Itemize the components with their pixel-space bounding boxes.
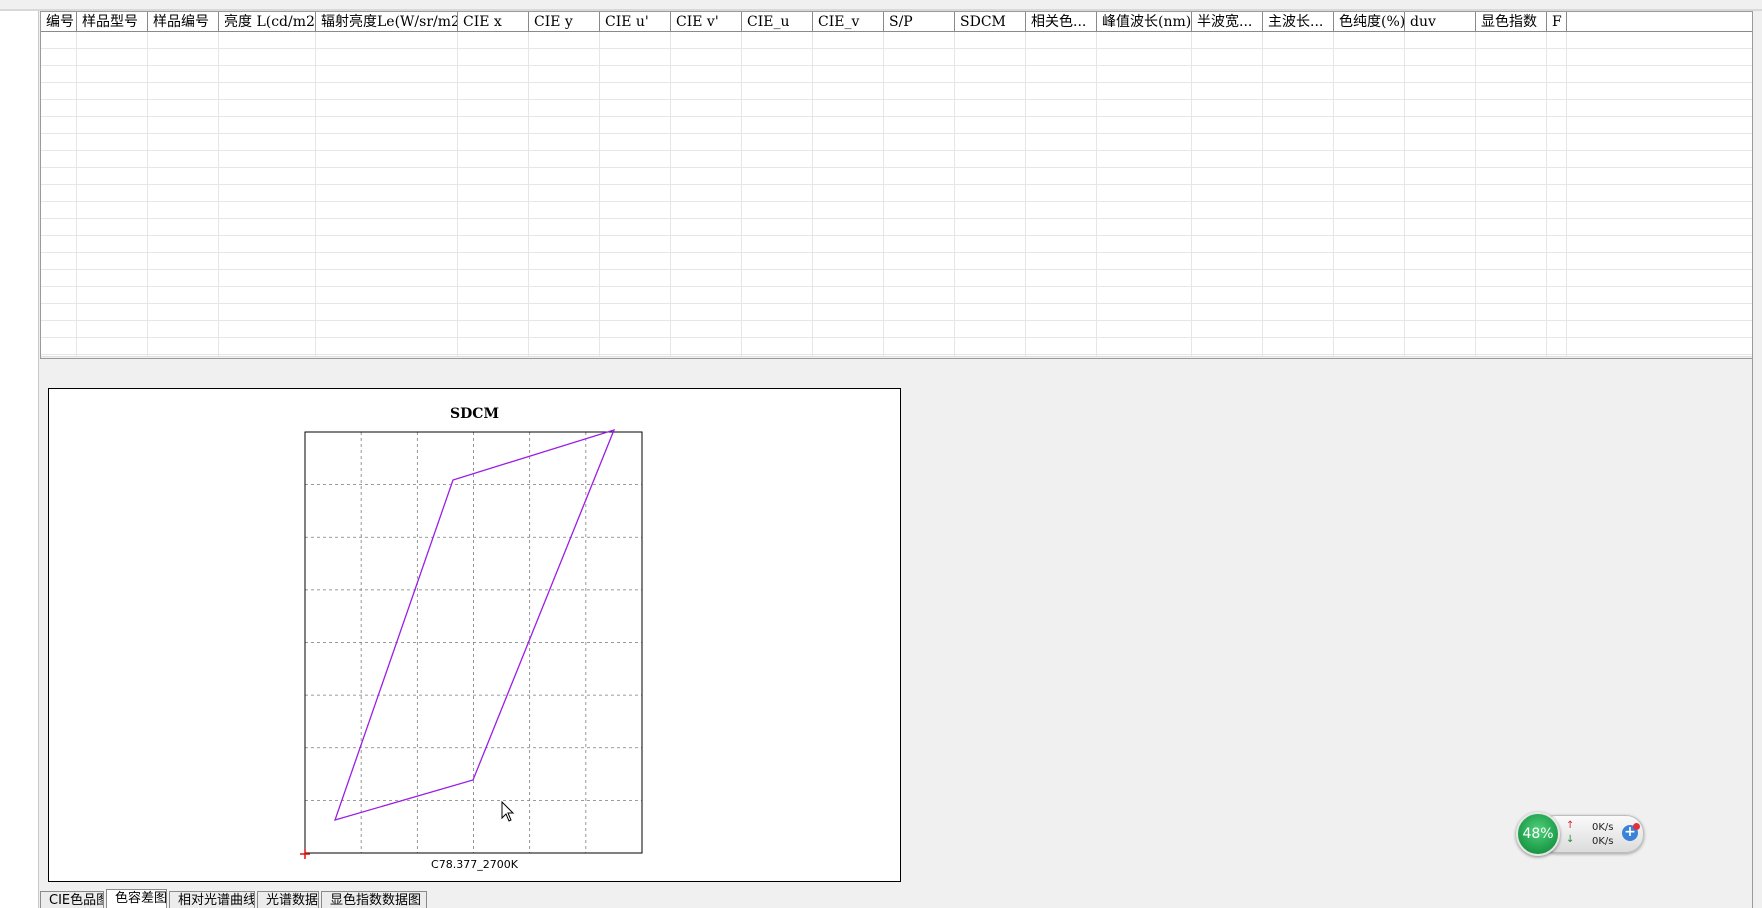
column-divider — [218, 32, 219, 358]
column-header-5[interactable]: CIE x — [458, 12, 529, 31]
tab-0[interactable]: CIE色品图 — [40, 891, 104, 908]
column-header-14[interactable]: 峰值波长(nm) — [1097, 12, 1192, 31]
column-header-3[interactable]: 亮度 L(cd/m2) — [219, 12, 316, 31]
usage-percent-circle[interactable]: 48% — [1516, 812, 1560, 856]
column-header-2[interactable]: 样品编号 — [148, 12, 219, 31]
column-header-4[interactable]: 辐射亮度Le(W/sr/m2) — [316, 12, 458, 31]
upload-speed: 0K/s — [1592, 822, 1614, 833]
tab-1[interactable]: 色容差图 — [106, 889, 167, 908]
column-divider — [1333, 32, 1334, 358]
chart-caption: C78.377_2700K — [431, 858, 518, 871]
right-edge-border — [1752, 11, 1762, 908]
column-divider — [741, 32, 742, 358]
chart-title: SDCM — [450, 406, 499, 422]
column-divider — [883, 32, 884, 358]
download-arrow-icon: ↓ — [1566, 834, 1575, 845]
sdcm-quadrilateral-outline — [333, 428, 616, 821]
notification-dot — [1633, 823, 1640, 830]
sdcm-chart-panel: SDCM C78.377_2700K — [48, 388, 901, 882]
column-divider — [1096, 32, 1097, 358]
scroll-right-arrow[interactable]: › — [1737, 357, 1753, 358]
sdcm-chart — [300, 428, 643, 859]
column-header-15[interactable]: 半波宽... — [1192, 12, 1263, 31]
horizontal-scrollbar[interactable]: ‹ › — [41, 356, 1753, 358]
upload-arrow-icon: ↑ — [1566, 820, 1575, 831]
column-divider — [1262, 32, 1263, 358]
column-header-10[interactable]: CIE_v — [813, 12, 884, 31]
column-divider — [457, 32, 458, 358]
column-header-0[interactable]: 编号 — [41, 12, 77, 31]
left-side-pane — [0, 11, 39, 908]
column-divider — [76, 32, 77, 358]
tab-2[interactable]: 相对光谱曲线 — [169, 891, 255, 908]
column-header-6[interactable]: CIE y — [529, 12, 600, 31]
tab-4[interactable]: 显色指数数据图 — [321, 891, 427, 908]
column-divider — [1546, 32, 1547, 358]
column-header-1[interactable]: 样品型号 — [77, 12, 148, 31]
column-divider — [147, 32, 148, 358]
column-header-8[interactable]: CIE v' — [671, 12, 742, 31]
column-divider — [954, 32, 955, 358]
column-header-12[interactable]: SDCM — [955, 12, 1026, 31]
tab-3[interactable]: 光谱数据 — [257, 891, 319, 908]
network-speed-widget[interactable]: 48% ↑ 0K/s ↓ 0K/s + — [1516, 812, 1644, 856]
grid-header-row: 编号 样品型号 样品编号 亮度 L(cd/m2) 辐射亮度Le(W/sr/m2) CIE … — [41, 12, 1753, 32]
column-header-20[interactable]: F — [1547, 12, 1567, 31]
scroll-left-arrow[interactable]: ‹ — [41, 357, 57, 358]
column-divider — [670, 32, 671, 358]
column-header-11[interactable]: S/P — [884, 12, 955, 31]
mouse-cursor-icon — [501, 800, 515, 822]
column-header-19[interactable]: 显色指数 — [1476, 12, 1547, 31]
column-divider — [1191, 32, 1192, 358]
column-divider — [812, 32, 813, 358]
column-header-18[interactable]: duv — [1405, 12, 1476, 31]
download-speed: 0K/s — [1592, 836, 1614, 847]
column-divider — [528, 32, 529, 358]
column-header-9[interactable]: CIE_u — [742, 12, 813, 31]
column-header-7[interactable]: CIE u' — [600, 12, 671, 31]
column-divider — [1025, 32, 1026, 358]
column-divider — [1404, 32, 1405, 358]
grid-body[interactable] — [41, 32, 1753, 358]
column-divider — [599, 32, 600, 358]
column-header-13[interactable]: 相关色... — [1026, 12, 1097, 31]
column-divider — [1566, 32, 1567, 358]
measurement-data-grid[interactable]: 编号 样品型号 样品编号 亮度 L(cd/m2) 辐射亮度Le(W/sr/m2) CIE … — [40, 11, 1754, 359]
column-header-17[interactable]: 色纯度(%) — [1334, 12, 1405, 31]
column-divider — [1475, 32, 1476, 358]
column-header-16[interactable]: 主波长... — [1263, 12, 1334, 31]
column-divider — [315, 32, 316, 358]
chart-gridlines — [305, 432, 642, 853]
